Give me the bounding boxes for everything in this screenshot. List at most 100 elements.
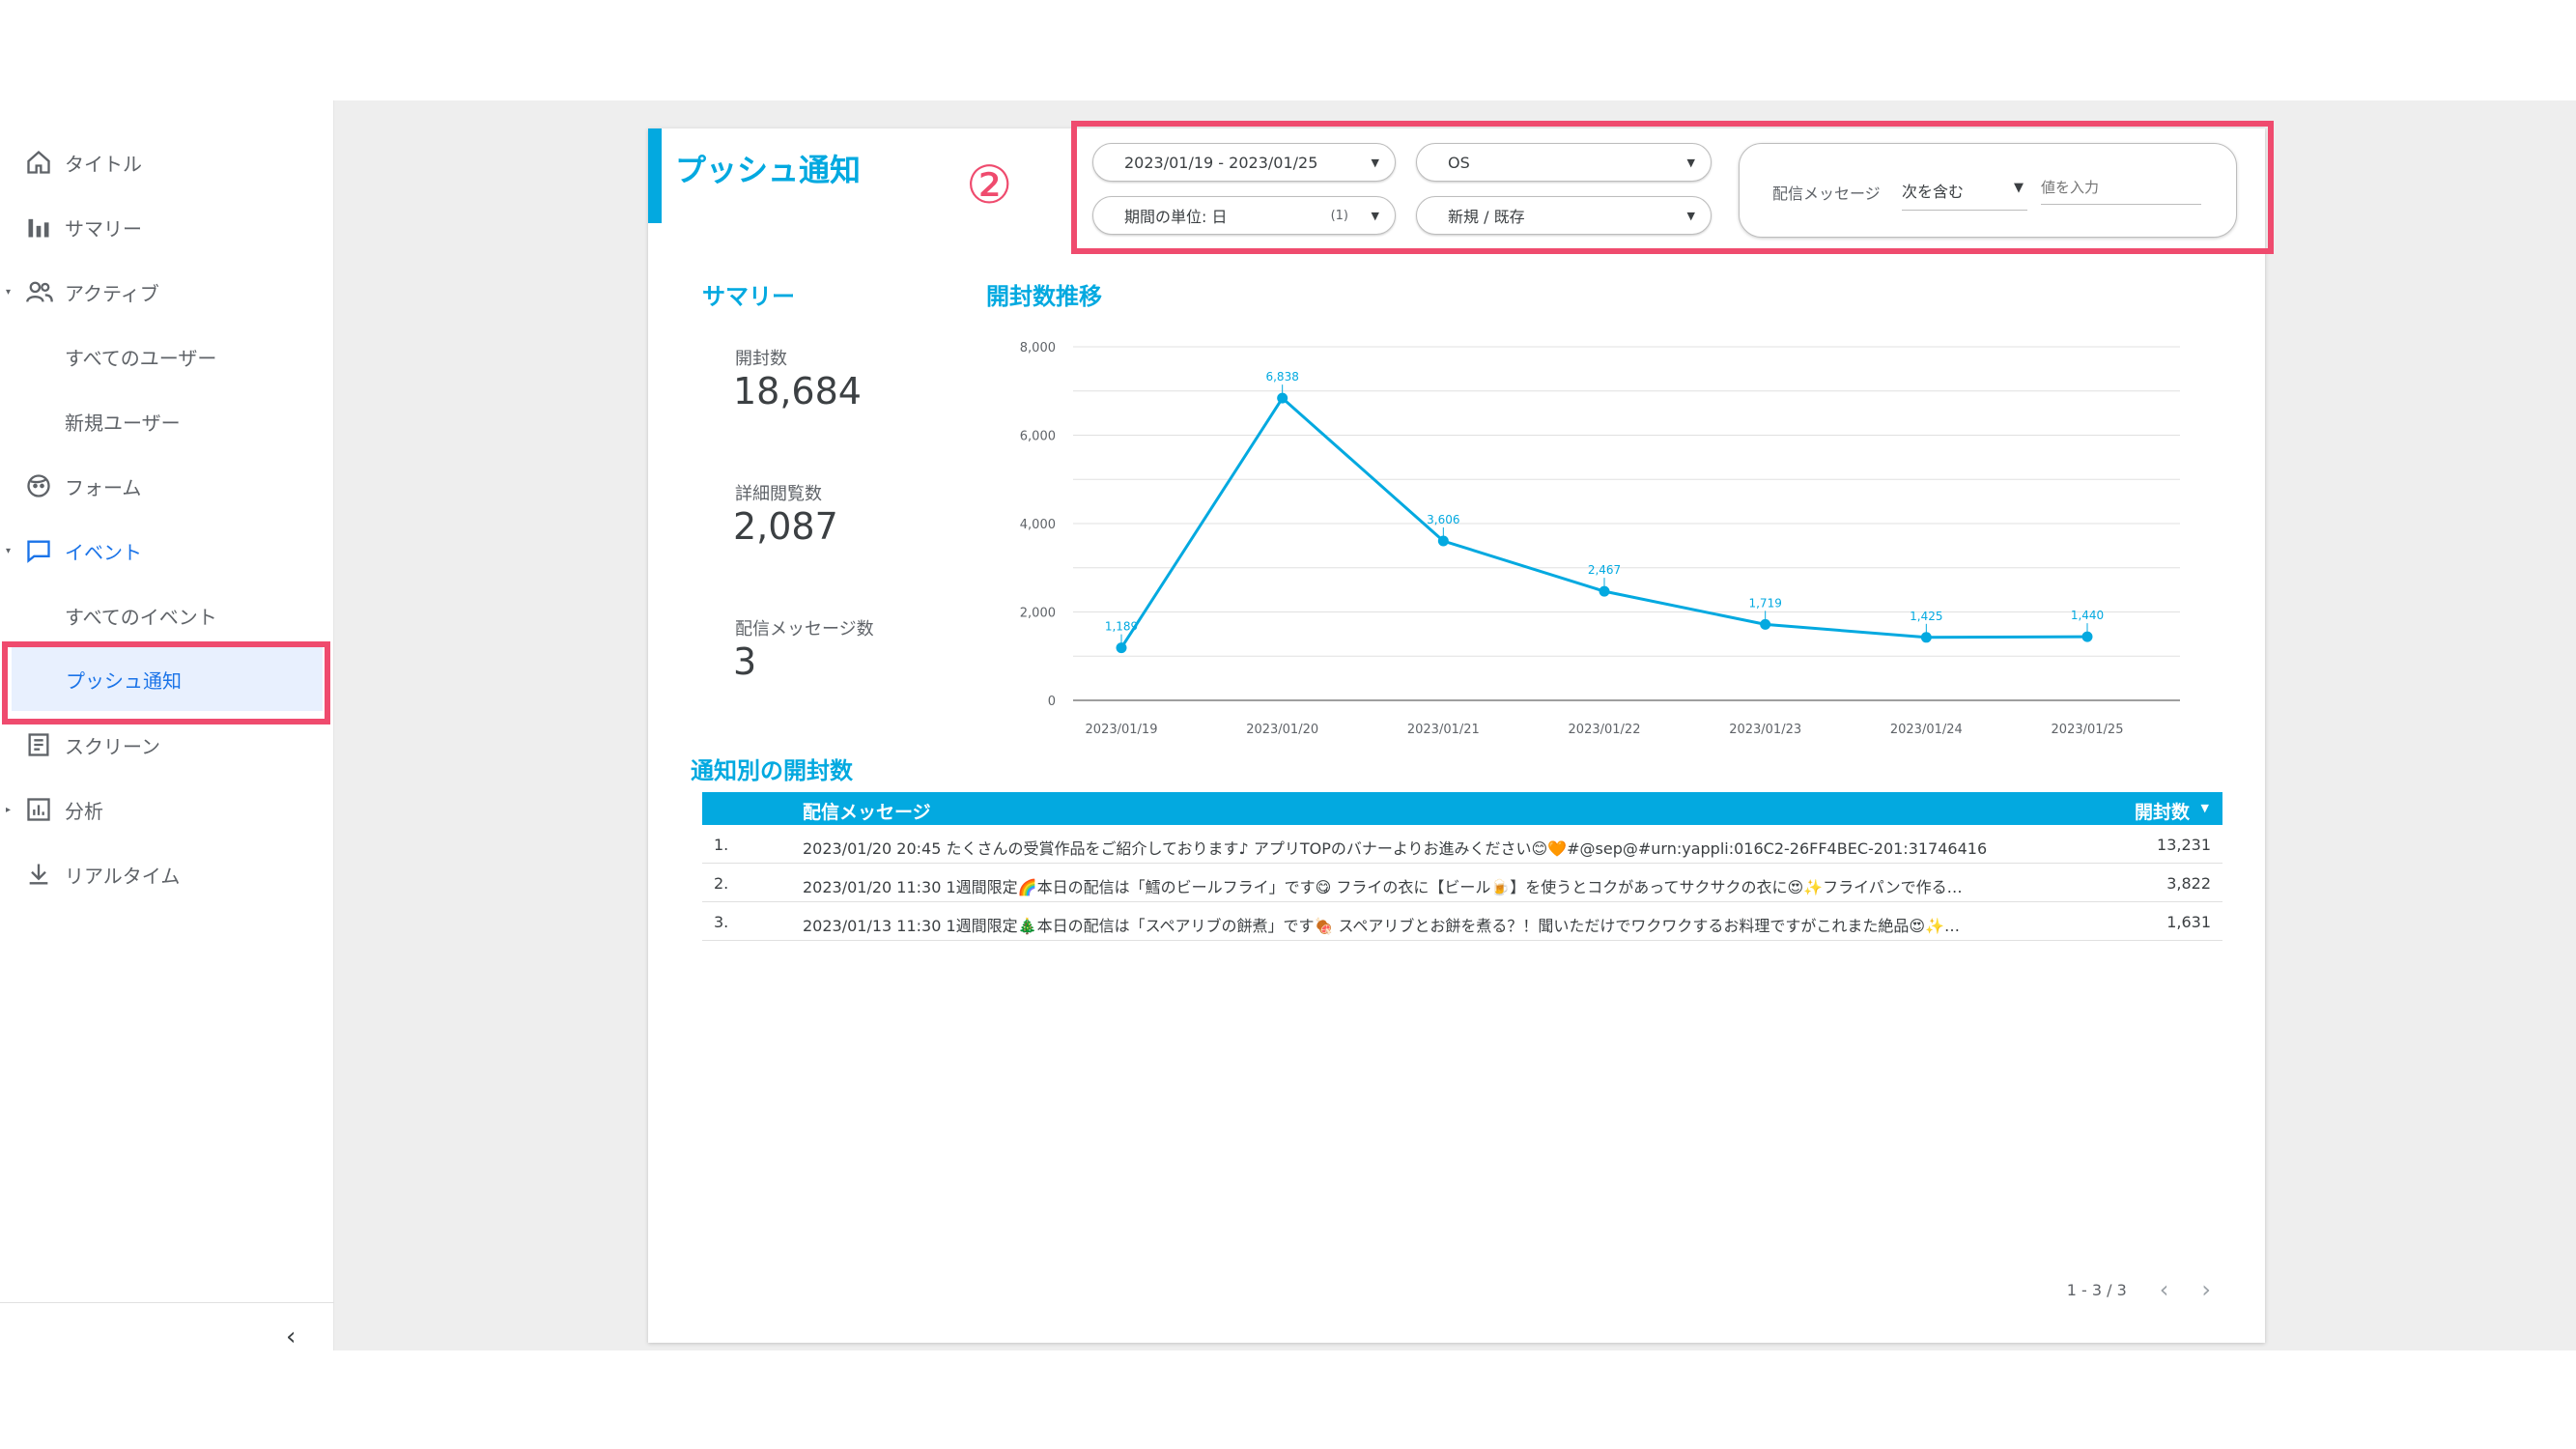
annotation-number-2: ② [966,155,1013,215]
face-icon [25,472,52,499]
y-tick-label: 8,000 [1020,341,1056,355]
opens-label: 開封数 [735,349,787,369]
sidebar-item-label: イベント [65,540,142,564]
x-tick-label: 2023/01/23 [1729,723,1801,737]
summary-heading: サマリー [702,283,795,310]
bar-chart-icon [25,213,52,241]
table-header: 配信メッセージ 開封数 ▼ [702,792,2222,825]
sidebar-item-label: タイトル [65,152,142,176]
table-row[interactable]: 3. 2023/01/13 11:30 1週間限定🎄本日の配信は「スペアリブの餅… [702,902,2222,941]
sidebar-item-analysis[interactable]: ▸ 分析 [0,782,328,837]
data-point [1116,642,1127,654]
data-label: 1,719 [1748,596,1781,610]
app-root: タイトル サマリー ▾ アクティブ すべてのユーザー 新規ユーザー フォーム ▾… [0,0,2576,1449]
data-label: 1,425 [1910,610,1942,623]
data-point [1920,632,1932,643]
chart-heading: 開封数推移 [986,283,1102,310]
title-accent-bar [648,128,662,223]
sidebar-item-label: 分析 [65,799,103,823]
y-tick-label: 0 [1048,695,1056,709]
row-index: 3. [714,913,729,931]
sort-desc-icon[interactable]: ▼ [2201,802,2209,814]
data-label: 1,440 [2071,609,2104,622]
sidebar-item-label: すべてのイベント [65,605,217,629]
x-tick-label: 2023/01/24 [1890,723,1963,737]
row-message: 2023/01/20 20:45 たくさんの受賞作品をご紹介しております♪ アプ… [803,839,1988,858]
sidebar-item-new-users[interactable]: 新規ユーザー [0,394,328,448]
sidebar-item-summary[interactable]: サマリー [0,200,328,254]
collapse-sidebar-button[interactable]: ‹ [286,1322,296,1351]
data-label: 2,467 [1588,563,1621,577]
y-tick-label: 6,000 [1020,430,1056,444]
details-value: 2,087 [733,505,838,548]
table-heading: 通知別の開封数 [691,757,853,784]
y-tick-label: 4,000 [1020,518,1056,532]
sidebar-item-label: すべてのユーザー [65,346,217,370]
sidebar-item-all-users[interactable]: すべてのユーザー [0,329,328,384]
document-icon [25,731,52,758]
messages-value: 3 [733,640,757,683]
prev-page-icon[interactable]: ‹ [2160,1276,2169,1303]
row-index: 2. [714,874,729,893]
sidebar-item-title[interactable]: タイトル [0,135,328,189]
sidebar-item-active[interactable]: ▾ アクティブ [0,265,328,319]
notification-table: 配信メッセージ 開封数 ▼ 1. 2023/01/20 20:45 たくさんの受… [702,792,2222,941]
line-chart: 0 2,000 4,000 6,000 8,000 2023/01/19 2023/01/2… [1020,341,2180,737]
data-point [1760,618,1771,630]
opens-value: 18,684 [733,370,862,412]
table-row[interactable]: 1. 2023/01/20 20:45 たくさんの受賞作品をご紹介しております♪… [702,825,2222,864]
messages-label: 配信メッセージ数 [735,619,874,639]
pagination-text: 1 - 3 / 3 [2066,1280,2127,1299]
highlight-box-2 [1071,121,2274,254]
sidebar-item-label: スクリーン [65,734,160,758]
sidebar-item-label: サマリー [65,216,142,241]
sidebar-divider [0,1302,334,1303]
column-header-message[interactable]: 配信メッセージ [803,798,931,824]
data-point [2081,631,2093,642]
table-row[interactable]: 2. 2023/01/20 11:30 1週間限定🌈本日の配信は「鱈のビールフラ… [702,864,2222,902]
x-tick-label: 2023/01/19 [1086,723,1158,737]
x-tick-label: 2023/01/25 [2052,723,2124,737]
caret-right-icon[interactable]: ▸ [6,805,15,815]
report-page: プッシュ通知 サマリー 開封数 18,684 詳細閲覧数 2,087 配信メッセ… [648,128,2265,1343]
data-label: 6,838 [1265,370,1298,384]
page-title: プッシュ通知 [675,152,862,188]
x-tick-label: 2023/01/22 [1569,723,1641,737]
y-tick-label: 2,000 [1020,607,1056,621]
sidebar-item-label: リアルタイム [65,864,181,888]
next-page-icon[interactable]: › [2201,1276,2211,1303]
row-opens: 1,631 [2166,913,2211,931]
row-index: 1. [714,836,729,854]
row-message: 2023/01/13 11:30 1週間限定🎄本日の配信は「スペアリブの餅煮」で… [803,917,1960,935]
sidebar-item-label: アクティブ [65,281,159,305]
highlight-box-1 [2,641,330,724]
download-icon [25,861,52,888]
sidebar-item-all-events[interactable]: すべてのイベント [0,588,328,642]
row-message: 2023/01/20 11:30 1週間限定🌈本日の配信は「鱈のビールフライ」で… [803,878,1963,896]
sidebar-item-form[interactable]: フォーム [0,459,328,513]
pagination: 1 - 3 / 3 ‹ › [2067,1276,2211,1303]
sidebar: タイトル サマリー ▾ アクティブ すべてのユーザー 新規ユーザー フォーム ▾… [0,100,334,1351]
data-label: 3,606 [1427,513,1459,526]
data-label: 1,189 [1105,620,1138,634]
sidebar-item-label: フォーム [65,475,142,499]
analytics-icon [25,796,52,823]
row-opens: 13,231 [2157,836,2211,854]
sidebar-item-event[interactable]: ▾ イベント [0,524,328,578]
sidebar-item-realtime[interactable]: リアルタイム [0,847,328,901]
caret-down-icon[interactable]: ▾ [6,546,15,556]
x-tick-label: 2023/01/20 [1246,723,1318,737]
data-point [1437,535,1449,547]
data-point [1599,585,1610,597]
caret-down-icon[interactable]: ▾ [6,287,15,298]
data-point [1277,392,1288,404]
details-label: 詳細閲覧数 [735,484,822,504]
row-opens: 3,822 [2166,874,2211,893]
home-icon [25,149,52,176]
column-header-opens[interactable]: 開封数 [2135,798,2190,824]
sidebar-item-label: 新規ユーザー [65,411,181,435]
sidebar-item-screen[interactable]: スクリーン [0,718,328,772]
x-tick-label: 2023/01/21 [1407,723,1480,737]
people-icon [25,278,53,305]
comment-icon [25,537,52,564]
